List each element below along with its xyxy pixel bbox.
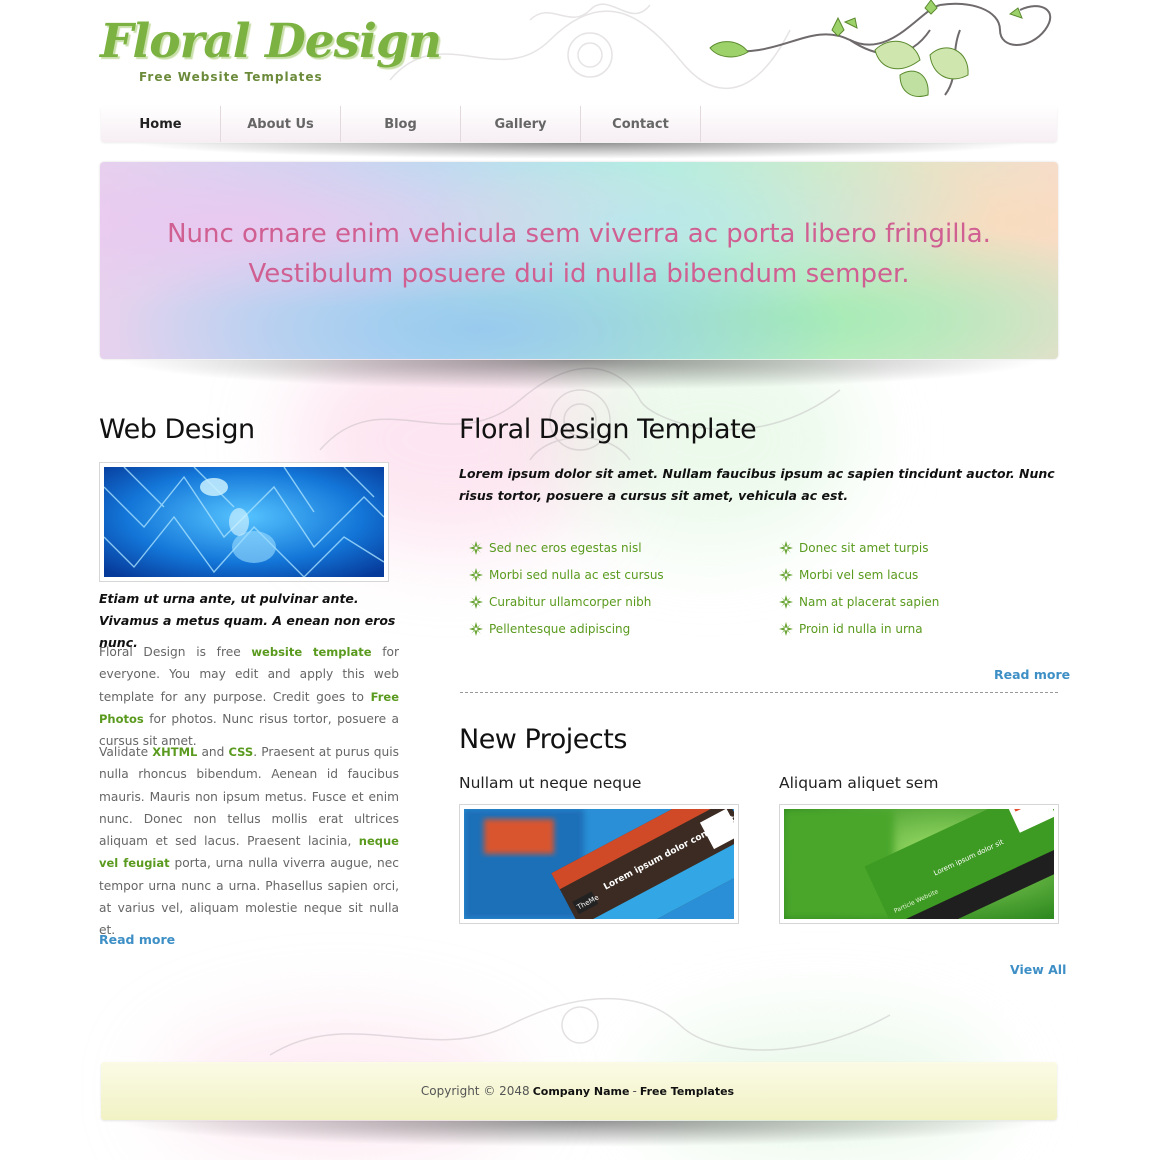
main-heading: Floral Design Template — [459, 414, 757, 445]
project-thumbnail-2[interactable]: Particle Website Lorem ipsum dolor sit — [779, 779, 1083, 946]
list-item-text: Curabitur ullamcorper nibh — [489, 594, 652, 609]
sidebar-read-more-link[interactable]: Read more — [99, 932, 175, 947]
list-item-text: Donec sit amet turpis — [799, 540, 929, 555]
section-divider — [460, 692, 1058, 693]
footer-free-templates-link[interactable]: Free Templates — [640, 1085, 734, 1098]
nav-item-gallery[interactable]: Gallery — [461, 106, 581, 142]
flower-bullet-icon — [469, 621, 483, 636]
project-thumbnail-1[interactable]: TheMe Lorem ipsum dolor consectetur adip… — [459, 784, 772, 953]
list-item-text: Pellentesque adipiscing — [489, 621, 631, 636]
nav-item-contact[interactable]: Contact — [581, 106, 701, 142]
nav-item-about-us[interactable]: About Us — [221, 106, 341, 142]
sidebar-p2-text-c: . Praesent at purus quis nulla rhoncus b… — [99, 745, 399, 849]
footer-shadow — [115, 1121, 1045, 1147]
list-item: Proin id nulla in urna — [769, 615, 1059, 642]
flower-bullet-icon — [779, 594, 793, 609]
feature-list-left: Sed nec eros egestas nisl Morbi sed null… — [459, 534, 759, 642]
project-title-1[interactable]: Nullam ut neque neque — [459, 774, 641, 792]
list-item-text: Morbi vel sem lacus — [799, 567, 919, 582]
flower-bullet-icon — [779, 621, 793, 636]
hero-banner: Nunc ornare enim vehicula sem viverra ac… — [100, 162, 1058, 359]
water-droplets-image — [103, 466, 385, 578]
banner-text: Nunc ornare enim vehicula sem viverra ac… — [100, 214, 1058, 294]
nav-item-home[interactable]: Home — [101, 106, 221, 142]
nav-shadow — [130, 143, 1030, 159]
list-item: Curabitur ullamcorper nibh — [459, 588, 759, 615]
banner-line-1: Nunc ornare enim vehicula sem viverra ac… — [167, 219, 991, 249]
sidebar-paragraph-1: Floral Design is free website template f… — [99, 641, 399, 752]
main-lead: Lorem ipsum dolor sit amet. Nullam fauci… — [459, 466, 1055, 503]
banner-line-2: Vestibulum posuere dui id nulla bibendum… — [248, 259, 910, 289]
flower-bullet-icon — [469, 594, 483, 609]
feature-list-right: Donec sit amet turpis Morbi vel sem lacu… — [769, 534, 1059, 642]
site-header: Floral Design Free Website Templates — [0, 0, 1160, 105]
banner-shadow — [115, 360, 1045, 390]
list-item-text: Sed nec eros egestas nisl — [489, 540, 642, 555]
nav-item-blog[interactable]: Blog — [341, 106, 461, 142]
footer-separator: - — [632, 1084, 637, 1098]
logo-subtitle: Free Website Templates — [139, 70, 323, 84]
sidebar-image-frame — [99, 462, 389, 582]
footer-company-name[interactable]: Company Name — [533, 1085, 630, 1098]
main-read-more-link[interactable]: Read more — [994, 667, 1070, 682]
list-item: Pellentesque adipiscing — [459, 615, 759, 642]
site-footer: Copyright © 2048 Company Name - Free Tem… — [101, 1062, 1057, 1120]
project-title-2[interactable]: Aliquam aliquet sem — [779, 774, 938, 792]
list-item-text: Nam at placerat sapien — [799, 594, 940, 609]
sidebar-p2-text-a: Validate — [99, 745, 153, 759]
flower-bullet-icon — [469, 567, 483, 582]
list-item-text: Proin id nulla in urna — [799, 621, 923, 636]
list-item: Donec sit amet turpis — [769, 534, 1059, 561]
sidebar-heading: Web Design — [99, 414, 255, 445]
css-link[interactable]: CSS — [229, 745, 254, 759]
list-item-text: Morbi sed nulla ac est cursus — [489, 567, 664, 582]
list-item: Morbi vel sem lacus — [769, 561, 1059, 588]
theme-website-screenshot-image: TheMe Lorem ipsum dolor consectetur adip… — [464, 784, 772, 953]
xhtml-link[interactable]: XHTML — [152, 745, 197, 759]
projects-heading: New Projects — [459, 724, 627, 755]
particle-website-screenshot-image: Particle Website Lorem ipsum dolor sit — [784, 779, 1083, 946]
website-template-link[interactable]: website template — [251, 645, 371, 659]
list-item: Morbi sed nulla ac est cursus — [459, 561, 759, 588]
vine-decoration-icon — [709, 0, 1052, 97]
view-all-link[interactable]: View All — [1010, 962, 1066, 977]
list-item: Sed nec eros egestas nisl — [459, 534, 759, 561]
main-navigation: Home About Us Blog Gallery Contact — [101, 106, 1057, 142]
flower-bullet-icon — [779, 540, 793, 555]
list-item: Nam at placerat sapien — [769, 588, 1059, 615]
sidebar-p2-text-b: and — [197, 745, 229, 759]
logo-title[interactable]: Floral Design — [100, 14, 442, 69]
flower-bullet-icon — [779, 567, 793, 582]
footer-copyright: Copyright © 2048 — [420, 1084, 530, 1098]
flower-bullet-icon — [469, 540, 483, 555]
sidebar-paragraph-2: Validate XHTML and CSS. Praesent at puru… — [99, 741, 399, 942]
ornament-footer — [269, 998, 891, 1056]
sidebar-p1-text-a: Floral Design is free — [99, 645, 252, 659]
